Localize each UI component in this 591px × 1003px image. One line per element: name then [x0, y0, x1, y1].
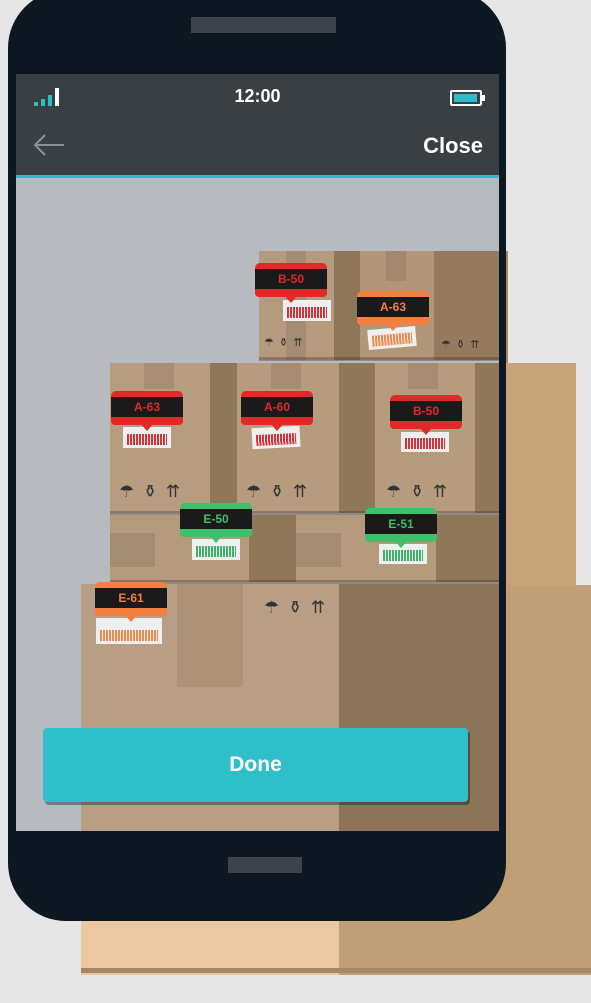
scan-tag[interactable]: A-63 — [357, 291, 429, 331]
done-button[interactable]: Done — [43, 728, 468, 802]
scan-tag[interactable]: A-63 — [111, 391, 183, 431]
nav-bar: Close — [16, 120, 499, 178]
scan-tag-label: E-51 — [365, 514, 437, 534]
battery-nub — [482, 95, 485, 101]
scan-tag[interactable]: E-51 — [365, 508, 437, 548]
scan-tag[interactable]: E-50 — [180, 503, 252, 543]
battery-icon — [450, 90, 482, 106]
background-box-edge — [81, 968, 591, 973]
box-low-1-side — [249, 515, 296, 582]
scan-tag[interactable]: B-50 — [390, 395, 462, 435]
box-tape — [408, 363, 438, 389]
scan-tag[interactable]: E-61 — [95, 582, 167, 622]
box-tape — [296, 533, 341, 567]
scan-tag-label: A-63 — [111, 397, 183, 417]
box-tape — [110, 533, 155, 567]
scan-tag-label: B-50 — [390, 401, 462, 421]
scan-tag-label: A-60 — [241, 397, 313, 417]
scan-tag-label: A-63 — [357, 297, 429, 317]
status-bar: 12:00 — [16, 74, 499, 120]
handling-symbols: ☂ ⚱ ⇈ — [264, 598, 328, 617]
barcode-label — [283, 300, 331, 321]
box-tape — [144, 363, 174, 389]
box-mid-1-side — [210, 363, 237, 513]
scan-tag-label: B-50 — [255, 269, 327, 289]
scan-tag-label: E-61 — [95, 588, 167, 608]
scan-tag[interactable]: B-50 — [255, 263, 327, 303]
barcode-label — [401, 432, 449, 452]
scan-tag-label: E-50 — [180, 509, 252, 529]
box-seam — [259, 357, 499, 361]
camera-screen: ☂ ⚱ ⇈ ☂ ⚱ ⇈ ☂ ⚱ ⇈ ☂ ⚱ ⇈ ☂ ⚱ ⇈ ☂ ⚱ ⇈ B-50… — [16, 74, 499, 831]
box-low-2-side — [436, 515, 499, 582]
handling-symbols: ☂ ⚱ ⇈ — [246, 482, 310, 501]
speaker-grille — [191, 17, 336, 33]
close-button[interactable]: Close — [423, 133, 483, 159]
box-mid-3-side — [475, 363, 499, 513]
box-tape — [386, 251, 406, 281]
box-mid-2-side — [339, 363, 375, 513]
box-bottom-flap — [177, 584, 243, 687]
home-indicator — [228, 857, 302, 873]
handling-symbols: ☂ ⚱ ⇈ — [441, 339, 481, 351]
back-arrow-icon[interactable] — [32, 130, 66, 160]
box-tape — [271, 363, 301, 389]
handling-symbols: ☂ ⚱ ⇈ — [386, 482, 450, 501]
handling-symbols: ☂ ⚱ ⇈ — [264, 337, 304, 349]
handling-symbols: ☂ ⚱ ⇈ — [119, 482, 183, 501]
scan-tag[interactable]: A-60 — [241, 391, 313, 431]
status-time: 12:00 — [234, 86, 281, 106]
background-box-mid — [500, 363, 576, 585]
